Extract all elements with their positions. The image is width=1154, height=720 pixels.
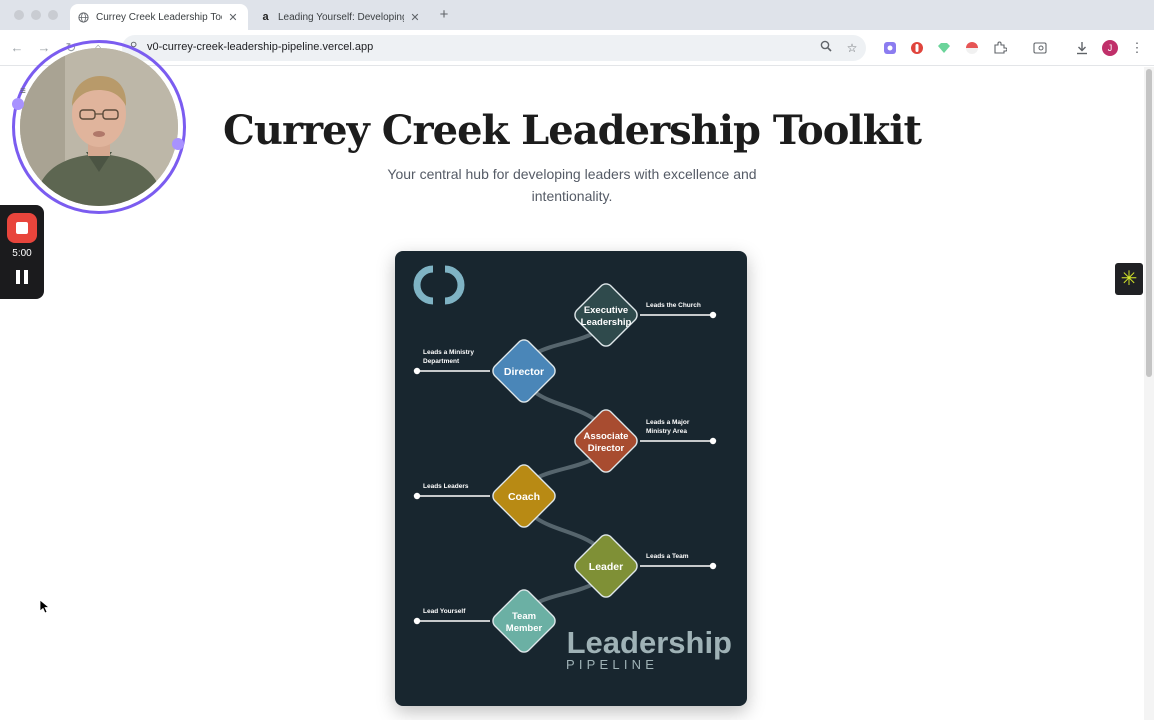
pipeline-endpoint-dot — [709, 311, 717, 319]
webcam-bubble[interactable] — [20, 48, 178, 206]
page-scrollbar[interactable] — [1144, 67, 1154, 720]
back-arrow-icon[interactable]: ← — [9, 40, 25, 56]
extensions-puzzle-icon[interactable] — [993, 41, 1008, 55]
pipeline-endpoint-dot — [413, 492, 421, 500]
pipeline-endpoint-dot — [709, 562, 717, 570]
pipeline-role-description: Ministry Area — [646, 428, 687, 435]
window-close-dot[interactable] — [14, 10, 24, 20]
tab-close-icon[interactable]: ✕ — [408, 11, 422, 24]
pipeline-role-description: Leads a Ministry — [423, 349, 474, 356]
pipeline-brand-title: Leadership — [567, 625, 732, 660]
browser-toolbar: ← → ↻ ⌂ ⚲ v0-currey-creek-leadership-pip… — [0, 30, 1154, 66]
recorder-menu-icon[interactable]: ≡ — [20, 86, 26, 97]
side-panel-search-icon[interactable] — [1033, 41, 1047, 55]
leadership-pipeline-diagram: Leads the ChurchExecutiveLeadershipLeads… — [413, 265, 732, 672]
pipeline-role-description: Leads a Major — [646, 419, 690, 426]
extension-pokeball-icon[interactable] — [965, 41, 979, 55]
pipeline-node-label: Team — [512, 611, 536, 622]
stop-recording-button[interactable] — [7, 213, 37, 243]
url-text: v0-currey-creek-leadership-pipeline.verc… — [147, 41, 374, 53]
profile-avatar[interactable]: J — [1102, 40, 1118, 56]
amazon-icon: a — [262, 11, 269, 23]
window-zoom-dot[interactable] — [48, 10, 58, 20]
pipeline-node-label: Executive — [584, 305, 628, 316]
tab-leading-yourself[interactable]: a Leading Yourself: Developing ✕ — [252, 4, 430, 30]
pipeline-node-label: Coach — [508, 491, 540, 503]
leadership-pipeline-card[interactable]: Leads the Church Executive Leadership Leads… — [395, 251, 747, 706]
extension-purple-icon[interactable] — [883, 41, 897, 55]
pipeline-role-description: Leads a Team — [646, 553, 689, 560]
downloads-icon[interactable] — [1075, 41, 1089, 55]
scrollbar-thumb[interactable] — [1146, 69, 1152, 377]
extension-red-icon[interactable] — [910, 41, 924, 55]
forward-arrow-icon[interactable]: → — [36, 40, 52, 56]
globe-icon — [78, 11, 89, 23]
pipeline-node-label: Leader — [589, 561, 623, 573]
address-bar[interactable]: ⚲ v0-currey-creek-leadership-pipeline.ve… — [122, 35, 866, 61]
tab-title: Currey Creek Leadership Too — [96, 11, 222, 23]
pipeline-node-label: Member — [506, 623, 543, 634]
bookmark-star-icon[interactable]: ☆ — [844, 40, 860, 56]
pipeline-role-description: Lead Yourself — [423, 608, 466, 615]
webcam-menu-handle[interactable] — [172, 138, 184, 150]
window-minimize-dot[interactable] — [31, 10, 41, 20]
zoom-icon[interactable] — [818, 40, 834, 56]
pipeline-node-label: Director — [504, 366, 544, 378]
browser-tab-strip: Currey Creek Leadership Too ✕ a Leading … — [0, 0, 1154, 30]
tab-currey-creek[interactable]: Currey Creek Leadership Too ✕ — [70, 4, 248, 30]
pipeline-role-description: Leads Leaders — [423, 483, 469, 490]
pipeline-node-label: Leadership — [581, 317, 632, 328]
webcam-resize-handle[interactable] — [12, 98, 24, 110]
pipeline-brand-subtitle: PIPELINE — [566, 657, 658, 672]
new-tab-button[interactable]: + — [436, 7, 452, 23]
recording-controls: 5:00 — [0, 205, 44, 299]
mouse-cursor-icon — [40, 600, 50, 614]
recording-timer: 5:00 — [12, 248, 32, 259]
tab-title: Leading Yourself: Developing — [278, 11, 404, 23]
pipeline-endpoint-dot — [413, 617, 421, 625]
pipeline-node-label: Associate — [584, 431, 629, 442]
tab-close-icon[interactable]: ✕ — [226, 11, 240, 24]
assistant-widget-icon[interactable]: ✳ — [1115, 263, 1143, 295]
page-subtitle: Your central hub for developing leaders … — [387, 166, 757, 204]
pipeline-node-label: Director — [588, 443, 625, 454]
pipeline-role-description: Department — [423, 358, 460, 365]
pipeline-endpoint-dot — [413, 367, 421, 375]
pause-recording-button[interactable] — [15, 270, 29, 284]
extension-green-icon[interactable] — [937, 41, 951, 55]
currey-creek-logo — [413, 265, 465, 305]
pipeline-endpoint-dot — [709, 437, 717, 445]
browser-menu-icon[interactable]: ⋮ — [1130, 40, 1144, 56]
pipeline-role-description: Leads the Church — [646, 302, 701, 309]
webcam-presenter-image — [20, 48, 178, 206]
